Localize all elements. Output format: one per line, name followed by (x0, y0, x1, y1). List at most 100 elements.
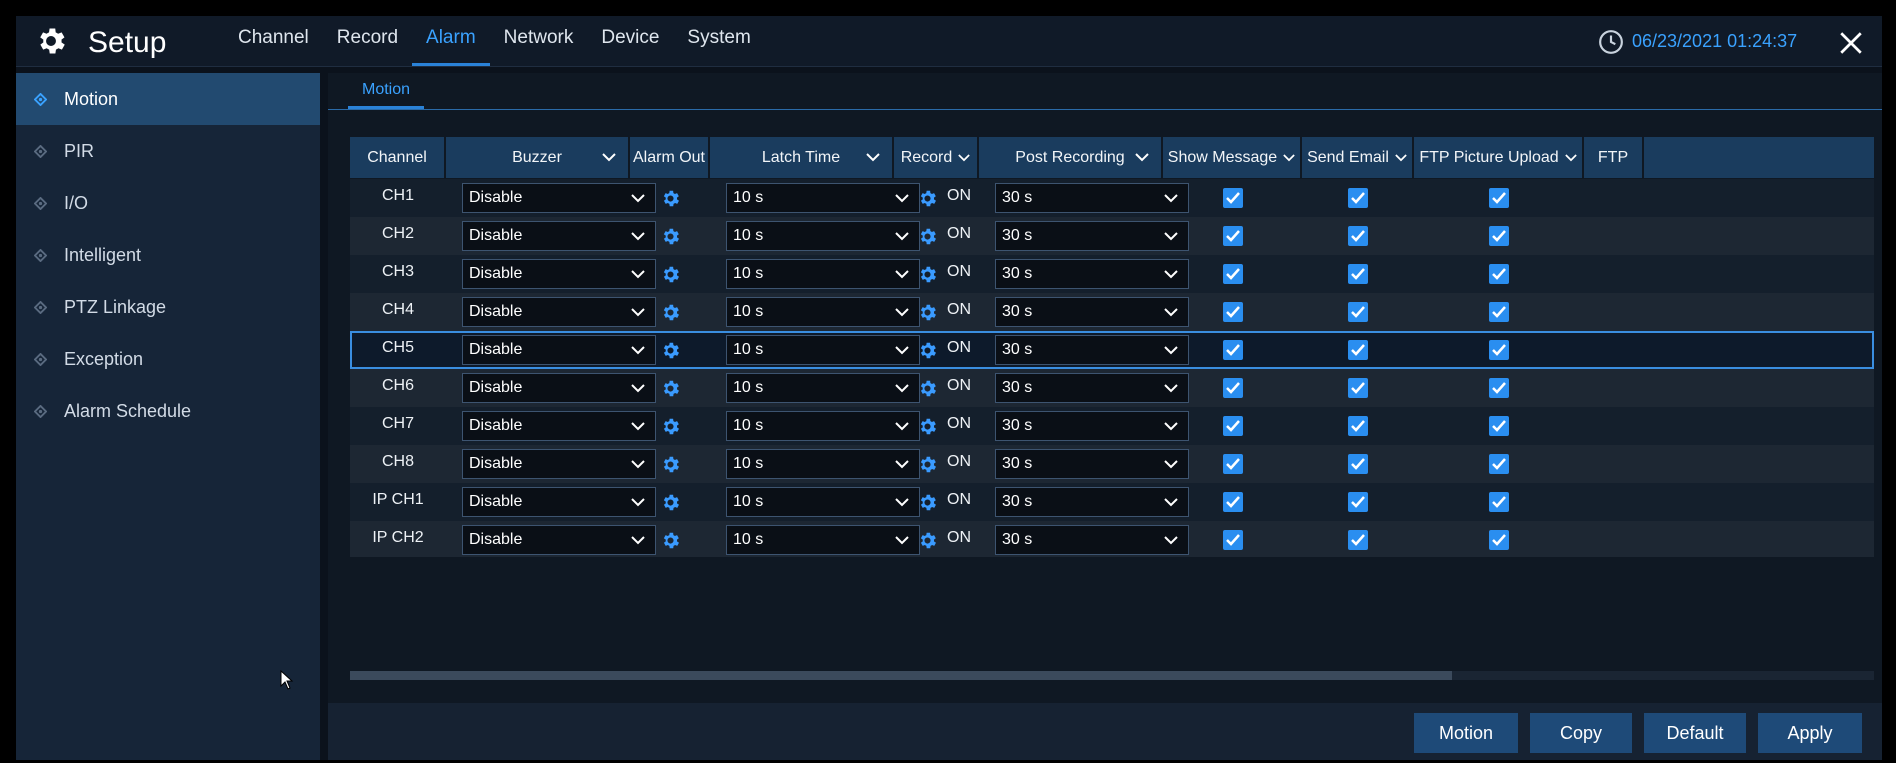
buzzer-select[interactable]: Disable (462, 297, 656, 327)
ftp-picture-upload-checkbox[interactable] (1489, 378, 1509, 398)
buzzer-select[interactable]: Disable (462, 221, 656, 251)
send-email-checkbox[interactable] (1348, 340, 1368, 360)
gear-icon[interactable] (917, 492, 938, 513)
latch-time-select[interactable]: 10 s (726, 297, 920, 327)
gear-icon[interactable] (917, 454, 938, 475)
tab-network[interactable]: Network (490, 16, 588, 66)
ftp-picture-upload-checkbox[interactable] (1489, 454, 1509, 474)
sidebar-item-intelligent[interactable]: Intelligent (16, 229, 320, 281)
latch-time-select[interactable]: 10 s (726, 373, 920, 403)
latch-time-select[interactable]: 10 s (726, 183, 920, 213)
send-email-checkbox[interactable] (1348, 302, 1368, 322)
gear-icon[interactable] (660, 530, 681, 551)
gear-icon[interactable] (660, 340, 681, 361)
gear-icon[interactable] (917, 416, 938, 437)
tab-system[interactable]: System (673, 16, 764, 66)
table-row[interactable]: CH6 Disable 10 s ON 30 s (350, 369, 1874, 407)
gear-icon[interactable] (917, 530, 938, 551)
ftp-picture-upload-checkbox[interactable] (1489, 340, 1509, 360)
gear-icon[interactable] (660, 492, 681, 513)
sidebar-item-pir[interactable]: PIR (16, 125, 320, 177)
post-recording-select[interactable]: 30 s (995, 449, 1189, 479)
show-message-checkbox[interactable] (1223, 302, 1243, 322)
sidebar-item-ptz-linkage[interactable]: PTZ Linkage (16, 281, 320, 333)
latch-time-select[interactable]: 10 s (726, 487, 920, 517)
table-row[interactable]: CH4 Disable 10 s ON 30 s (350, 293, 1874, 331)
show-message-checkbox[interactable] (1223, 416, 1243, 436)
tab-device[interactable]: Device (587, 16, 673, 66)
show-message-checkbox[interactable] (1223, 226, 1243, 246)
gear-icon[interactable] (917, 302, 938, 323)
send-email-checkbox[interactable] (1348, 264, 1368, 284)
post-recording-select[interactable]: 30 s (995, 487, 1189, 517)
post-recording-select[interactable]: 30 s (995, 259, 1189, 289)
gear-icon[interactable] (660, 188, 681, 209)
show-message-checkbox[interactable] (1223, 492, 1243, 512)
latch-time-select[interactable]: 10 s (726, 525, 920, 555)
apply-button[interactable]: Apply (1758, 713, 1862, 753)
copy-button[interactable]: Copy (1530, 713, 1632, 753)
gear-icon[interactable] (917, 264, 938, 285)
send-email-checkbox[interactable] (1348, 188, 1368, 208)
column-header-post-recording[interactable]: Post Recording (979, 137, 1163, 178)
post-recording-select[interactable]: 30 s (995, 411, 1189, 441)
sidebar-item-alarm-schedule[interactable]: Alarm Schedule (16, 385, 320, 437)
show-message-checkbox[interactable] (1223, 340, 1243, 360)
column-header-buzzer[interactable]: Buzzer (446, 137, 630, 178)
latch-time-select[interactable]: 10 s (726, 449, 920, 479)
show-message-checkbox[interactable] (1223, 530, 1243, 550)
buzzer-select[interactable]: Disable (462, 525, 656, 555)
table-row[interactable]: CH2 Disable 10 s ON 30 s (350, 217, 1874, 255)
send-email-checkbox[interactable] (1348, 226, 1368, 246)
gear-icon[interactable] (660, 416, 681, 437)
horizontal-scrollbar[interactable] (350, 671, 1874, 680)
table-row[interactable]: CH7 Disable 10 s ON 30 s (350, 407, 1874, 445)
column-header-show-message[interactable]: Show Message (1163, 137, 1302, 178)
show-message-checkbox[interactable] (1223, 454, 1243, 474)
post-recording-select[interactable]: 30 s (995, 183, 1189, 213)
show-message-checkbox[interactable] (1223, 188, 1243, 208)
table-row[interactable]: CH8 Disable 10 s ON 30 s (350, 445, 1874, 483)
column-header-ftp-picture-upload[interactable]: FTP Picture Upload (1414, 137, 1584, 178)
show-message-checkbox[interactable] (1223, 378, 1243, 398)
gear-icon[interactable] (917, 226, 938, 247)
ftp-picture-upload-checkbox[interactable] (1489, 530, 1509, 550)
tab-record[interactable]: Record (323, 16, 412, 66)
buzzer-select[interactable]: Disable (462, 259, 656, 289)
sidebar-item-exception[interactable]: Exception (16, 333, 320, 385)
default-button[interactable]: Default (1644, 713, 1746, 753)
table-row[interactable]: CH5 Disable 10 s ON 30 s (350, 331, 1874, 369)
post-recording-select[interactable]: 30 s (995, 297, 1189, 327)
gear-icon[interactable] (660, 264, 681, 285)
gear-icon[interactable] (917, 340, 938, 361)
buzzer-select[interactable]: Disable (462, 411, 656, 441)
send-email-checkbox[interactable] (1348, 416, 1368, 436)
latch-time-select[interactable]: 10 s (726, 259, 920, 289)
subtab-motion[interactable]: Motion (348, 73, 425, 109)
send-email-checkbox[interactable] (1348, 378, 1368, 398)
sidebar-item-i-o[interactable]: I/O (16, 177, 320, 229)
buzzer-select[interactable]: Disable (462, 335, 656, 365)
post-recording-select[interactable]: 30 s (995, 335, 1189, 365)
table-row[interactable]: IP CH1 Disable 10 s ON 30 s (350, 483, 1874, 521)
scrollbar-thumb[interactable] (350, 671, 1452, 680)
post-recording-select[interactable]: 30 s (995, 221, 1189, 251)
gear-icon[interactable] (917, 378, 938, 399)
column-header-send-email[interactable]: Send Email (1302, 137, 1414, 178)
send-email-checkbox[interactable] (1348, 454, 1368, 474)
ftp-picture-upload-checkbox[interactable] (1489, 492, 1509, 512)
latch-time-select[interactable]: 10 s (726, 411, 920, 441)
post-recording-select[interactable]: 30 s (995, 525, 1189, 555)
latch-time-select[interactable]: 10 s (726, 221, 920, 251)
buzzer-select[interactable]: Disable (462, 183, 656, 213)
send-email-checkbox[interactable] (1348, 530, 1368, 550)
gear-icon[interactable] (660, 302, 681, 323)
gear-icon[interactable] (660, 378, 681, 399)
table-row[interactable]: IP CH2 Disable 10 s ON 30 s (350, 521, 1874, 557)
sidebar-item-motion[interactable]: Motion (16, 73, 320, 125)
ftp-picture-upload-checkbox[interactable] (1489, 188, 1509, 208)
table-row[interactable]: CH1 Disable 10 s ON 30 s (350, 179, 1874, 217)
ftp-picture-upload-checkbox[interactable] (1489, 302, 1509, 322)
column-header-latch-time[interactable]: Latch Time (710, 137, 894, 178)
gear-icon[interactable] (917, 188, 938, 209)
